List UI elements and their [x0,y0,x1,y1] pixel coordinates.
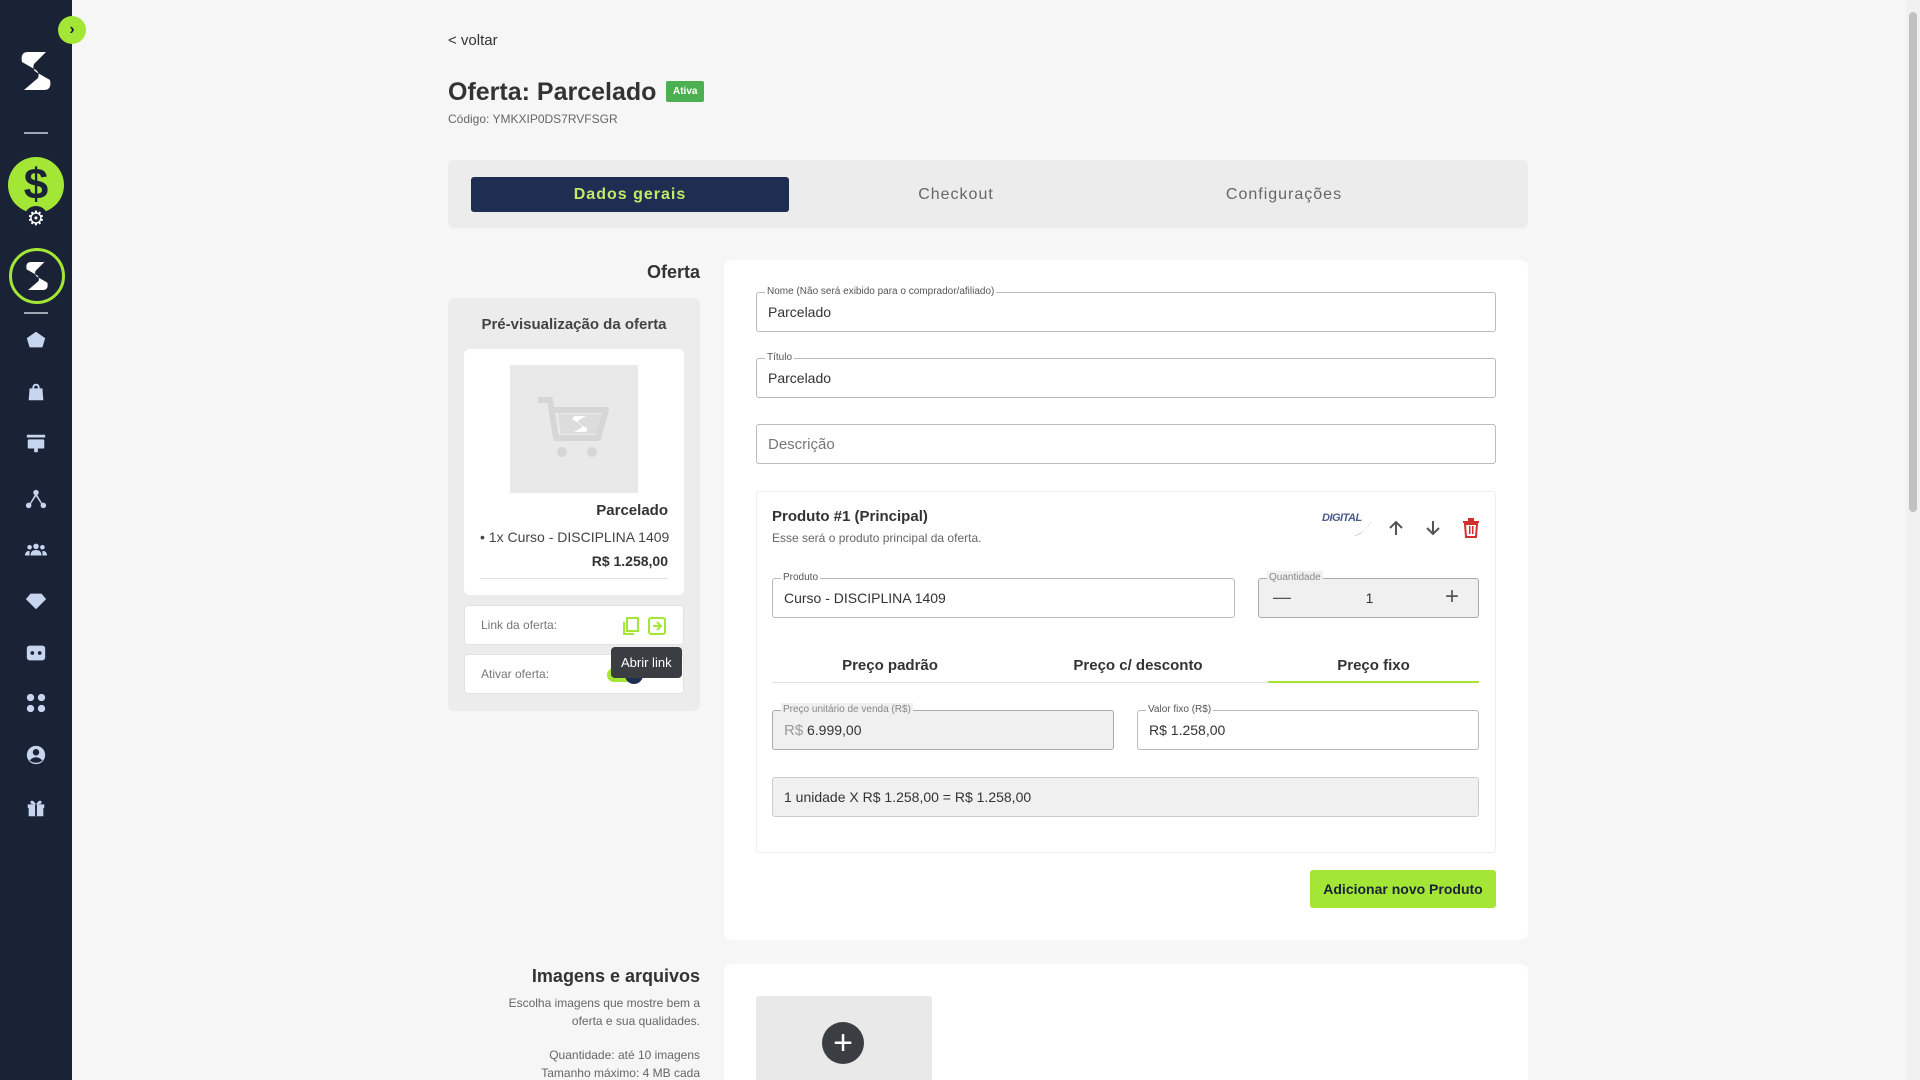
price-tab-active-indicator [1268,681,1479,683]
descricao-placeholder: Descrição [768,436,835,453]
unit-price-field: Preço unitário de venda (R$) R$ 6.999,00 [772,703,1114,750]
apps-icon[interactable] [24,691,48,715]
images-description: Escolha imagens que mostre bem a oferta … [508,996,700,1080]
section-label-oferta: Oferta [646,262,700,282]
chevron-right-icon: › [69,21,75,38]
quantity-stepper[interactable]: Quantidade — 1 + [1258,571,1479,618]
produto-value: Curso - DISCIPLINA 1409 [784,590,946,606]
price-tab-fixo[interactable]: Preço fixo [1268,648,1479,682]
produto-label: Produto [781,571,821,585]
offer-link-label: Link da oferta: [481,618,558,632]
plus-icon[interactable]: + [822,1022,864,1064]
arrow-up-icon[interactable] [1384,516,1408,540]
descricao-field[interactable]: Descrição [756,424,1496,464]
add-product-button[interactable]: Adicionar novo Produto [1310,870,1496,908]
activate-offer-label: Ativar oferta: [481,667,550,681]
page-title: Oferta: Parcelado [448,78,657,106]
preview-title: Pré-visualização da oferta [481,316,667,333]
offer-link-row: Link da oferta: [464,605,684,645]
titulo-field[interactable]: Título Parcelado [756,351,1496,398]
product-title: Produto #1 (Principal) [772,508,928,525]
section-label-imagens: Imagens e arquivos [531,966,700,986]
copy-icon[interactable] [621,616,641,636]
tab-dados-gerais[interactable]: Dados gerais [471,177,789,212]
sidebar-expand-button[interactable]: › [58,16,86,44]
fixed-value-label: Valor fixo (R$) [1146,703,1214,717]
bag-icon[interactable] [24,380,48,404]
arrow-down-icon[interactable] [1421,516,1445,540]
price-tab-padrao[interactable]: Preço padrão [772,648,1008,682]
add-image-box[interactable]: + [756,996,932,1080]
users-icon[interactable] [24,538,48,562]
tabs-bar: Dados gerais Checkout Configurações [448,160,1528,228]
tooltip: Abrir link [611,647,682,678]
sales-icon[interactable] [24,431,48,455]
nome-label: Nome (Não será exibido para o comprador/… [765,285,997,299]
unit-price-value: 6.999,00 [807,722,862,738]
brand-logo-icon[interactable] [16,48,56,94]
gear-icon[interactable]: ⚙ [24,206,48,230]
preview-image [510,365,638,493]
scrollbar[interactable] [1906,0,1920,1080]
cart-icon [538,397,609,457]
back-link[interactable]: < voltar [448,32,498,49]
digital-badge: DIGITAL [1322,512,1374,538]
sidebar: › $ ⚙ [0,0,86,1080]
titulo-value: Parcelado [768,370,832,386]
sidebar-divider [24,132,48,134]
digital-swoosh-icon [1354,520,1372,536]
preview-price: R$ 1.258,00 [591,553,668,569]
card-icon[interactable] [24,641,48,665]
sidebar-divider [24,312,48,314]
nome-field[interactable]: Nome (Não será exibido para o comprador/… [756,285,1496,332]
offer-code: Código: YMKXIP0DS7RVFSGR [448,112,618,126]
tab-configuracoes[interactable]: Configurações [1124,177,1444,212]
total-summary: 1 unidade X R$ 1.258,00 = R$ 1.258,00 [772,777,1479,817]
open-link-icon[interactable] [647,616,667,636]
product-subtitle: Esse será o produto principal da oferta. [772,531,982,545]
preview-name: Parcelado [596,502,668,519]
trash-icon[interactable] [1459,516,1483,540]
tab-checkout[interactable]: Checkout [796,177,1116,212]
scrollbar-thumb[interactable] [1909,12,1917,512]
unit-price-label: Preço unitário de venda (R$) [781,703,913,717]
gift-icon[interactable] [24,796,48,820]
brand-ring-icon[interactable] [9,248,65,304]
home-icon[interactable] [24,328,48,352]
nome-value: Parcelado [768,304,832,320]
preview-item: • 1x Curso - DISCIPLINA 1409 [480,529,670,545]
titulo-label: Título [765,351,795,365]
status-badge: Ativa [666,81,705,102]
plus-icon[interactable]: + [1445,583,1459,611]
unit-price-prefix: R$ [784,722,804,739]
preview-divider [480,578,668,579]
diamond-icon[interactable] [24,589,48,613]
price-tab-desconto[interactable]: Preço c/ desconto [1020,648,1256,682]
fixed-value-field[interactable]: Valor fixo (R$) R$ 1.258,00 [1137,703,1479,750]
produto-field[interactable]: Produto Curso - DISCIPLINA 1409 [772,571,1235,618]
total-text: 1 unidade X R$ 1.258,00 = R$ 1.258,00 [784,789,1032,805]
quantidade-label: Quantidade [1267,571,1323,585]
profile-icon[interactable] [24,743,48,767]
fixed-value: R$ 1.258,00 [1149,722,1226,738]
network-icon[interactable] [24,487,48,511]
